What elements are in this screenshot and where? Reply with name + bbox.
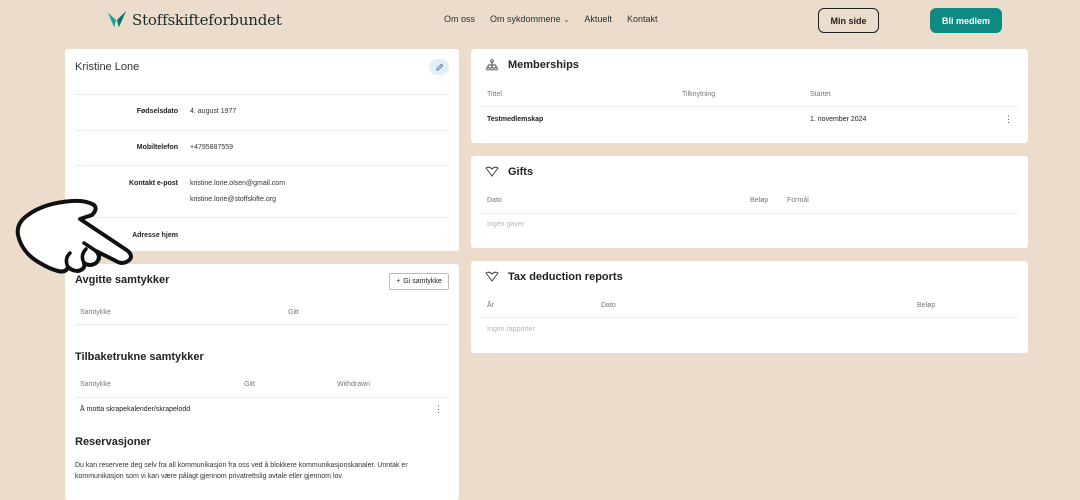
tax-empty: Ingen rapporter — [487, 326, 535, 333]
divider — [75, 165, 449, 166]
row-menu-icon[interactable]: ⋮ — [1004, 115, 1013, 124]
heart-hand-icon — [485, 166, 499, 177]
col-header-startet: Startet — [810, 91, 831, 98]
nav-kontakt[interactable]: Kontakt — [627, 14, 658, 24]
memberships-card: Memberships Tittel Tilknytning Startet T… — [471, 49, 1028, 143]
email-value-1: kristine.lone.olsen@gmail.com — [190, 180, 286, 187]
reservations-text: Du kan reservere deg selv fra all kommun… — [75, 462, 408, 480]
nav-om-oss[interactable]: Om oss — [444, 14, 475, 24]
email-label: Kontakt e-post — [129, 180, 178, 187]
nav-om-sykdommene-label: Om sykdommene — [490, 14, 561, 24]
col-header-belop: Beløp — [917, 302, 936, 309]
col-header-dato: Dato — [601, 302, 616, 309]
gifts-empty: Ingen gaver — [487, 221, 524, 228]
tax-title: Tax deduction reports — [508, 271, 623, 283]
pointing-hand-icon — [15, 198, 133, 274]
consent-card: Avgitte samtykker + Gi samtykke Samtykke… — [65, 264, 459, 500]
gifts-title: Gifts — [508, 166, 534, 178]
divider — [75, 130, 449, 131]
col-header-samtykke: Samtykke — [80, 381, 111, 388]
col-header-belop: Beløp — [750, 197, 769, 204]
membership-title: Testmedlemskap — [487, 116, 544, 123]
divider — [75, 397, 449, 398]
chevron-down-icon: ⌄ — [563, 17, 570, 24]
butterfly-logo-icon — [107, 10, 127, 28]
nav-om-sykdommene[interactable]: Om sykdommene ⌄ — [490, 14, 569, 24]
give-consent-label: Gi samtykke — [403, 278, 442, 285]
profile-name: Kristine Lone — [75, 61, 140, 73]
pencil-icon — [435, 63, 443, 71]
given-consents-title: Avgitte samtykker — [75, 274, 170, 286]
site-header: Stoffskifteforbundet Om oss Om sykdommen… — [0, 0, 1080, 42]
bli-medlem-button[interactable]: Bli medlem — [930, 8, 1002, 33]
col-header-samtykke: Samtykke — [80, 309, 111, 316]
reservations-title: Reservasjoner — [75, 436, 151, 448]
divider — [481, 317, 1018, 318]
birth-value: 4. august 1977 — [190, 108, 237, 115]
col-header-gitt: Gitt — [244, 381, 255, 388]
birth-label: Fødselsdato — [136, 108, 178, 115]
col-header-withdrawn: Withdrawn — [337, 381, 371, 388]
col-header-ar: År — [487, 302, 494, 309]
col-header-formal: Formål — [787, 197, 809, 204]
main-nav: Om oss Om sykdommene ⌄ Aktuelt Kontakt — [444, 14, 657, 24]
plus-icon: + — [396, 278, 401, 285]
gifts-card: Gifts Dato Beløp Formål Ingen gaver — [471, 156, 1028, 248]
min-side-button[interactable]: Min side — [818, 8, 879, 33]
email-value-2: kristine.lone@stoffskifte.org — [190, 196, 276, 203]
membership-start: 1. november 2024 — [810, 116, 867, 123]
col-header-dato: Dato — [487, 197, 502, 204]
row-menu-icon[interactable]: ⋮ — [434, 405, 443, 414]
col-header-tilknytning: Tilknytning — [682, 91, 716, 98]
phone-label: Mobiltelefon — [136, 144, 178, 151]
memberships-title: Memberships — [508, 59, 579, 71]
divider — [75, 324, 449, 325]
tax-reports-card: Tax deduction reports År Dato Beløp Inge… — [471, 261, 1028, 353]
nav-aktuelt[interactable]: Aktuelt — [584, 14, 612, 24]
heart-hand-icon — [485, 271, 499, 282]
withdrawn-consents-title: Tilbaketrukne samtykker — [75, 351, 204, 363]
give-consent-button[interactable]: + Gi samtykke — [389, 273, 449, 290]
col-header-tittel: Tittel — [487, 91, 502, 98]
divider — [481, 106, 1018, 107]
sitemap-icon — [486, 59, 498, 71]
logo-text: Stoffskifteforbundet — [132, 11, 282, 29]
col-header-gitt: Gitt — [288, 309, 299, 316]
logo[interactable]: Stoffskifteforbundet — [106, 9, 282, 31]
divider — [481, 213, 1018, 214]
divider — [75, 94, 449, 95]
phone-value: +4795887559 — [190, 144, 234, 151]
edit-profile-button[interactable] — [429, 59, 449, 75]
withdrawn-row-label: Å motta skrapekalender/skrapelodd — [80, 406, 191, 413]
